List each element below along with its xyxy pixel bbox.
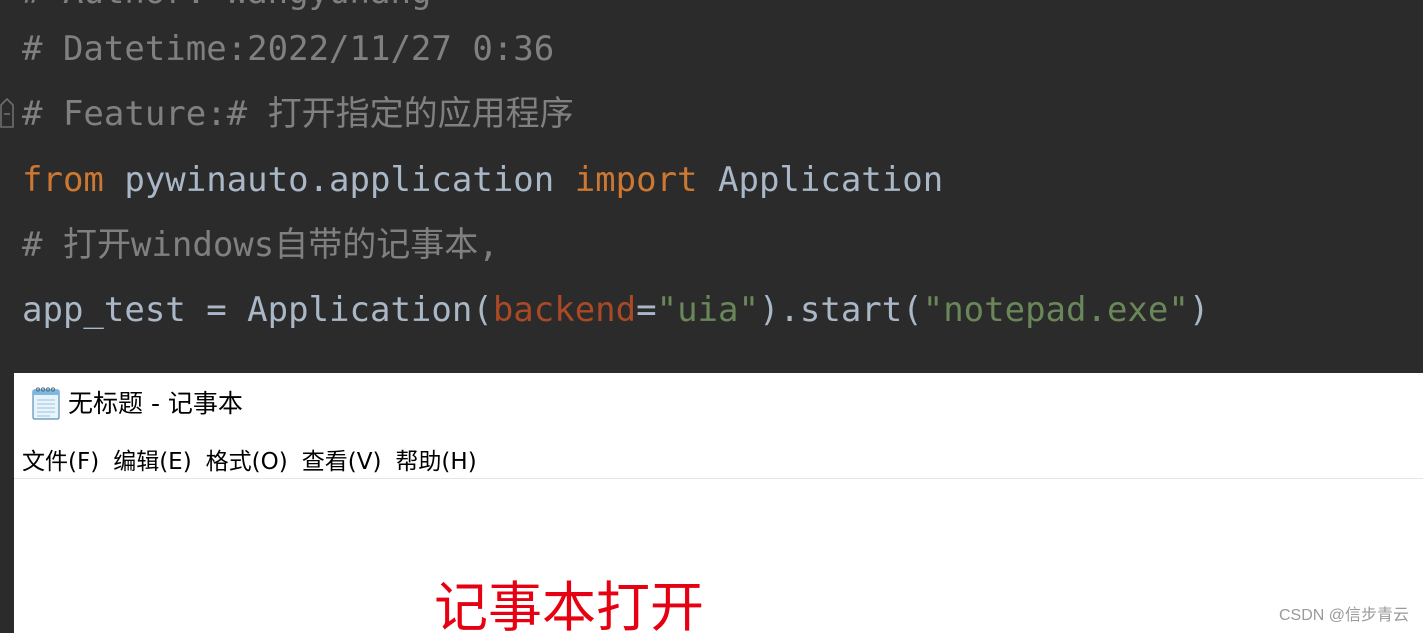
keyword-import: import — [574, 160, 698, 200]
code-line-comment-open: # 打开windows自带的记事本, — [22, 225, 499, 265]
red-annotation-label: 记事本打开 — [434, 576, 704, 633]
param-value-uia: "uia" — [656, 290, 759, 330]
menu-view[interactable]: 查看(V) — [302, 440, 382, 478]
code-editor[interactable]: # Author: Wangyuhang # Datetime:2022/11/… — [0, 0, 1423, 373]
menu-format[interactable]: 格式(O) — [206, 440, 288, 478]
window-title: 无标题 - 记事本 — [68, 389, 243, 418]
menu-help[interactable]: 帮助(H) — [395, 440, 476, 478]
start-call: ).start( — [758, 290, 923, 330]
notepad-window[interactable]: 无标题 - 记事本 文件(F) 编辑(E) 格式(O) 查看(V) 帮助(H) … — [14, 373, 1423, 633]
call-close: ) — [1188, 290, 1210, 330]
param-equals: = — [636, 290, 657, 330]
code-line-partial: # Author: Wangyuhang — [22, 0, 431, 12]
fold-marker-icon[interactable] — [0, 97, 14, 129]
notepad-titlebar[interactable]: 无标题 - 记事本 — [14, 373, 1423, 435]
menu-edit[interactable]: 编辑(E) — [113, 440, 191, 478]
code-line-feature: # Feature:# 打开指定的应用程序 — [22, 94, 574, 134]
notepad-icon — [32, 387, 60, 420]
code-line-assign: app_test = Application(backend="uia").st… — [22, 290, 1209, 330]
assign-lhs: app_test = Application( — [22, 290, 493, 330]
menu-file[interactable]: 文件(F) — [22, 440, 99, 478]
code-line-datetime: # Datetime:2022/11/27 0:36 — [22, 29, 555, 69]
imported-name: Application — [697, 160, 944, 200]
module-name: pywinauto.application — [103, 160, 575, 200]
notepad-text-area[interactable]: 记事本打开 CSDN @信步青云 — [14, 480, 1423, 633]
start-arg: "notepad.exe" — [922, 290, 1189, 330]
keyword-from: from — [22, 160, 104, 200]
csdn-watermark: CSDN @信步青云 — [1278, 607, 1409, 624]
code-line-import: from pywinauto.application import Applic… — [22, 160, 943, 200]
param-backend: backend — [492, 290, 637, 330]
notepad-menubar: 文件(F) 编辑(E) 格式(O) 查看(V) 帮助(H) — [14, 439, 1423, 479]
